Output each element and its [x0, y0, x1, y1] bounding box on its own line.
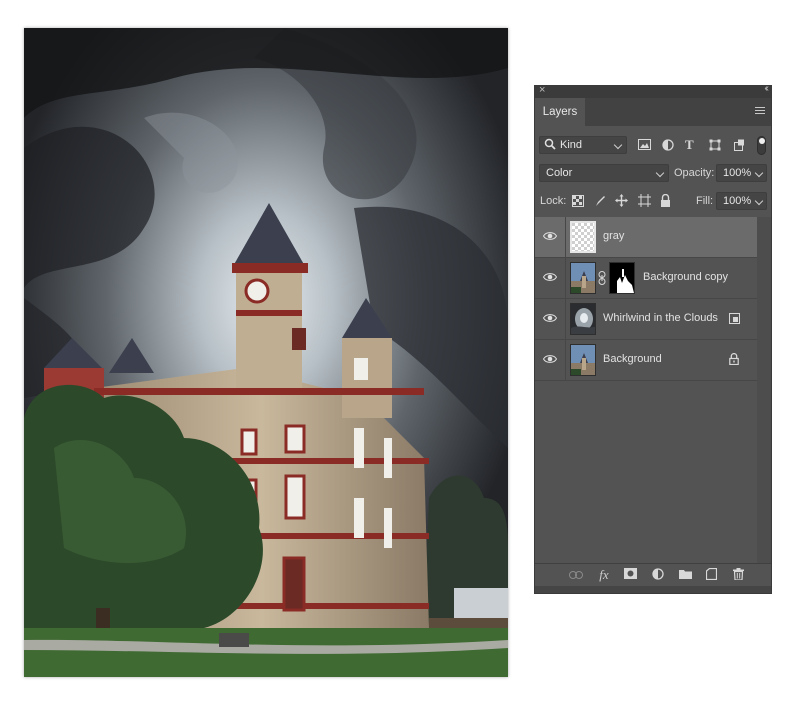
blend-mode-select[interactable]: Color: [539, 164, 669, 182]
courthouse-storm-image: [24, 28, 508, 677]
smart-object-filter-icon[interactable]: [734, 139, 748, 153]
blend-mode-value: Color: [546, 167, 573, 179]
delete-layer-trash-icon[interactable]: [731, 568, 745, 582]
lock-image-pixels-icon[interactable]: [594, 195, 608, 209]
layer-name: Background copy: [643, 271, 728, 283]
adjustment-layer-icon[interactable]: [651, 568, 665, 582]
lock-all-icon[interactable]: [660, 194, 674, 208]
tab-layers[interactable]: Layers: [535, 98, 585, 126]
fill-input[interactable]: 100%: [716, 192, 767, 210]
pixel-layer-filter-icon[interactable]: [638, 139, 652, 153]
collapse-panel-icon[interactable]: ‹‹: [764, 83, 768, 94]
adjustment-layer-filter-icon[interactable]: [662, 139, 676, 153]
panel-tab-row: Layers: [535, 98, 771, 126]
chevron-down-icon: [613, 140, 623, 150]
layer-name: Background: [603, 353, 662, 365]
chevron-down-icon[interactable]: [754, 168, 764, 178]
layer-thumbnail-photo[interactable]: [570, 344, 596, 376]
fill-value: 100%: [723, 195, 752, 207]
mask-link-icon[interactable]: [598, 271, 606, 285]
type-layer-filter-icon[interactable]: T: [685, 137, 699, 152]
opacity-value: 100%: [723, 167, 752, 179]
filter-row: Kind T: [535, 136, 771, 156]
new-group-folder-icon[interactable]: [678, 568, 692, 582]
filter-toggle-switch[interactable]: [757, 136, 766, 155]
document-canvas[interactable]: [24, 28, 508, 677]
lock-transparent-pixels-icon[interactable]: [572, 195, 586, 209]
opacity-input[interactable]: 100%: [716, 164, 767, 182]
visibility-eye-icon[interactable]: [542, 354, 558, 366]
panel-title-bar: × ‹‹: [535, 83, 771, 98]
layer-row-background-copy[interactable]: Background copy: [535, 258, 757, 299]
lock-icon: [729, 353, 743, 367]
lock-position-icon[interactable]: [615, 194, 629, 208]
blend-row: Color Opacity: 100%: [535, 164, 771, 184]
layer-row-whirlwind-in-the-clouds[interactable]: Whirlwind in the Clouds: [535, 299, 757, 340]
lock-row: Lock: Fill: 100%: [535, 192, 771, 212]
layer-name: Whirlwind in the Clouds: [603, 312, 718, 324]
layer-mask-thumbnail[interactable]: [609, 262, 635, 294]
lock-label: Lock:: [540, 195, 567, 207]
panel-menu-icon[interactable]: [755, 107, 765, 116]
layer-row-gray[interactable]: gray: [535, 217, 757, 258]
layer-thumbnail-transparent[interactable]: [570, 221, 596, 253]
link-layers-icon[interactable]: [569, 568, 583, 582]
kind-filter-value: Kind: [560, 139, 583, 151]
smart-object-badge-icon: [729, 313, 743, 327]
layer-list-scrollbar[interactable]: [757, 217, 771, 563]
search-icon: [544, 138, 558, 152]
visibility-eye-icon[interactable]: [542, 313, 558, 325]
new-layer-icon[interactable]: [704, 567, 718, 582]
chevron-down-icon[interactable]: [754, 196, 764, 206]
visibility-eye-icon[interactable]: [542, 272, 558, 284]
visibility-eye-icon[interactable]: [542, 231, 558, 243]
chevron-down-icon: [655, 168, 665, 178]
layer-style-fx-icon[interactable]: fx: [597, 568, 611, 582]
opacity-label: Opacity:: [674, 167, 715, 179]
fill-label: Fill:: [696, 195, 714, 207]
layer-list: gray Background copy Whirlwind in the Cl…: [535, 217, 757, 563]
layer-name: gray: [603, 230, 625, 242]
layer-row-background[interactable]: Background: [535, 340, 757, 381]
layer-thumbnail-clouds[interactable]: [570, 303, 596, 335]
lock-artboard-icon[interactable]: [638, 194, 652, 208]
panel-bottom-toolbar: fx: [535, 563, 771, 587]
layer-thumbnail-photo[interactable]: [570, 262, 596, 294]
shape-layer-filter-icon[interactable]: [709, 139, 723, 153]
layers-panel: × ‹‹ Layers Kind T Color Opacity: 100% L…: [534, 83, 772, 594]
panel-resize-grip[interactable]: [535, 586, 771, 593]
add-mask-icon[interactable]: [623, 568, 637, 582]
close-panel-icon[interactable]: ×: [539, 84, 545, 96]
kind-filter-select[interactable]: Kind: [539, 136, 627, 154]
